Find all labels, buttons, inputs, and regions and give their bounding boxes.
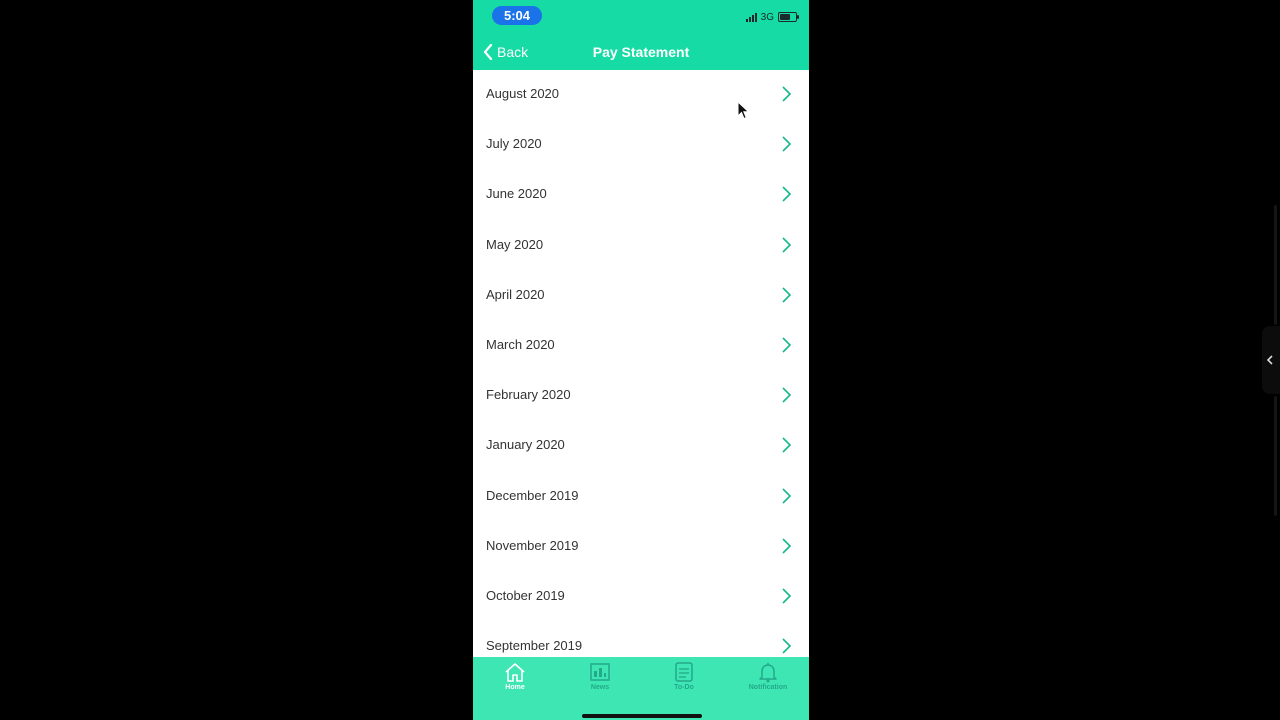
tab-label: To-Do [674, 684, 694, 691]
list-item[interactable]: February 2020 [473, 371, 809, 421]
tab-todo[interactable]: To-Do [654, 661, 714, 701]
bell-icon [759, 663, 777, 683]
list-item[interactable]: November 2019 [473, 522, 809, 572]
screen: 5:04 3G Back Pay Statement August 2020 J… [0, 0, 1280, 720]
tab-label: Home [505, 684, 525, 691]
news-icon [590, 663, 610, 681]
scroll-track [1274, 396, 1277, 516]
chevron-right-icon [782, 337, 792, 353]
list-item-label: October 2019 [486, 587, 565, 603]
tab-label: News [590, 684, 610, 691]
chevron-right-icon [782, 487, 792, 504]
chevron-right-icon [782, 86, 792, 102]
chevron-right-icon [782, 287, 792, 303]
chevron-right-icon [782, 136, 792, 152]
list-item[interactable]: June 2020 [473, 170, 809, 220]
scroll-track [1274, 205, 1277, 325]
list-item-label: September 2019 [486, 638, 583, 654]
tab-home[interactable]: Home [485, 661, 545, 701]
home-icon [505, 663, 525, 682]
side-panel-handle[interactable] [1262, 326, 1280, 394]
list-item[interactable]: March 2020 [473, 321, 809, 371]
list-item-label: January 2020 [486, 437, 565, 453]
phone-screen: 5:04 3G Back Pay Statement August 2020 J… [473, 0, 809, 720]
tab-notification[interactable]: Notification [738, 661, 798, 701]
list-item-label: August 2020 [486, 86, 560, 101]
list-item-label: March 2020 [486, 336, 555, 352]
battery-icon [778, 12, 799, 22]
list-item[interactable]: April 2020 [473, 271, 809, 321]
list-item-label: May 2020 [486, 236, 544, 252]
chevron-right-icon [782, 186, 792, 202]
mouse-pointer-icon [737, 101, 750, 120]
chevron-right-icon [782, 387, 792, 403]
list-item-label: July 2020 [486, 136, 542, 152]
chevron-right-icon [782, 538, 792, 554]
chevron-right-icon [782, 236, 792, 253]
signal-icon [745, 12, 757, 22]
list-item-label: February 2020 [486, 387, 571, 403]
list-item-label: April 2020 [486, 286, 545, 302]
statement-list: August 2020 July 2020 June 2020 May 2020… [473, 70, 809, 657]
list-item-label: December 2019 [486, 487, 579, 503]
app-header: 5:04 3G Back Pay Statement [473, 0, 809, 70]
list-item[interactable]: September 2019 [473, 622, 809, 657]
status-indicators: 3G [745, 10, 799, 24]
list-item-label: June 2020 [486, 186, 547, 202]
chevron-right-icon [782, 638, 792, 654]
todo-icon [675, 662, 693, 682]
tab-bar: Home News To-Do Notification [473, 657, 809, 720]
tab-label: Notification [748, 684, 788, 691]
list-item[interactable]: August 2020 [473, 70, 809, 120]
tab-news[interactable]: News [570, 661, 630, 701]
list-item[interactable]: July 2020 [473, 120, 809, 170]
chevron-right-icon [782, 588, 792, 604]
list-item[interactable]: December 2019 [473, 472, 809, 522]
list-item[interactable]: October 2019 [473, 572, 809, 622]
home-indicator [582, 714, 702, 718]
list-item[interactable]: January 2020 [473, 421, 809, 471]
chevron-left-icon [1266, 355, 1273, 365]
chevron-right-icon [782, 437, 792, 453]
list-item-label: November 2019 [486, 537, 579, 553]
list-item[interactable]: May 2020 [473, 221, 809, 271]
status-time: 5:04 [492, 6, 542, 25]
network-type: 3G [760, 11, 774, 23]
page-title: Pay Statement [592, 44, 690, 60]
